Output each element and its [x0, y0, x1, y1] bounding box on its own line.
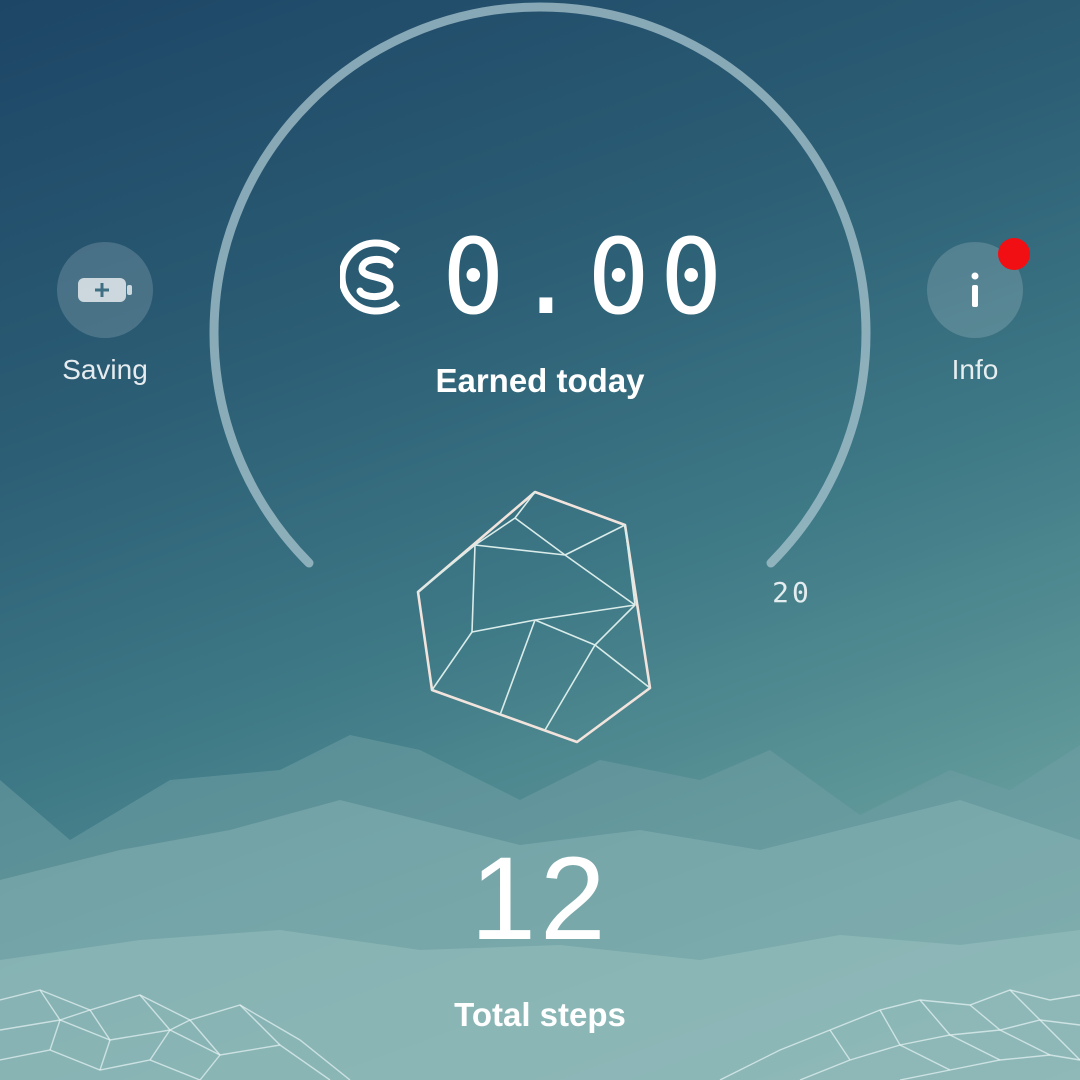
earned-today-label: Earned today	[435, 362, 645, 399]
notification-badge	[998, 238, 1030, 270]
info-icon	[971, 272, 979, 307]
saving-label: Saving	[62, 354, 148, 385]
battery-plus-icon	[78, 278, 132, 302]
info-label: Info	[951, 354, 999, 385]
total-steps-label: Total steps	[454, 996, 626, 1033]
total-steps-value: 12	[470, 833, 610, 965]
sweatcoin-icon	[340, 239, 401, 315]
earnings-display: 0.00	[340, 222, 740, 332]
saving-button[interactable]	[57, 242, 153, 338]
step-goal-label: 20	[772, 576, 812, 609]
dodecahedron-icon	[416, 490, 652, 744]
earned-amount: 0.00	[442, 216, 733, 338]
